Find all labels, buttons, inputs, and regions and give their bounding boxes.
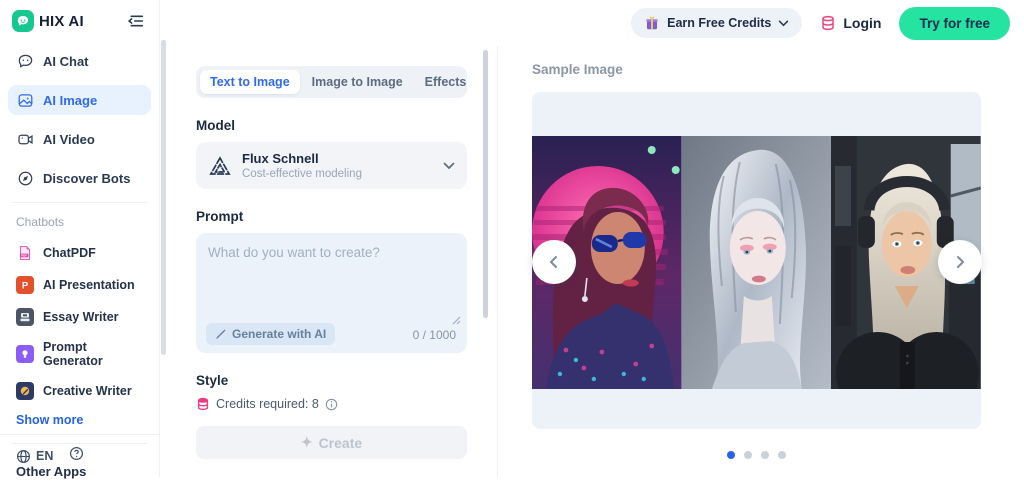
chevron-left-icon	[547, 255, 561, 269]
carousel-dot[interactable]	[761, 451, 769, 459]
tab-effects[interactable]: Effects	[415, 70, 477, 94]
resize-handle[interactable]	[452, 316, 461, 325]
hix-logo-icon	[12, 10, 34, 32]
top-header: Earn Free Credits Login Try for free	[168, 0, 1024, 46]
sample-image-chrome-portrait	[682, 136, 832, 389]
generate-with-ai-button[interactable]: Generate with AI	[206, 323, 335, 345]
sidebar-item-label: AI Video	[43, 132, 95, 147]
sample-carousel	[532, 92, 981, 429]
sidebar-item-creative-writer[interactable]: Creative Writer	[0, 375, 159, 407]
credits-icon	[196, 397, 210, 411]
character-counter: 0 / 1000	[413, 328, 456, 342]
model-selector[interactable]: Flux Schnell Cost-effective modeling	[196, 142, 467, 189]
sidebar-item-ai-presentation[interactable]: P AI Presentation	[0, 269, 159, 301]
sample-panel: Sample Image	[532, 62, 981, 459]
globe-icon	[16, 449, 31, 464]
chat-icon	[17, 53, 34, 70]
prompt-heading: Prompt	[196, 209, 467, 224]
credits-required-row: Credits required: 8	[196, 397, 467, 411]
earn-free-credits-button[interactable]: Earn Free Credits	[631, 8, 802, 38]
sidebar-item-label: AI Presentation	[43, 278, 135, 292]
flux-model-icon	[208, 155, 232, 177]
model-name: Flux Schnell	[242, 151, 433, 166]
show-more-link[interactable]: Show more	[0, 407, 159, 437]
lightbulb-icon	[16, 345, 34, 363]
try-for-free-button[interactable]: Try for free	[899, 7, 1010, 40]
panel-divider	[497, 46, 498, 477]
generator-panel: Text to Image Image to Image Effects Mod…	[196, 66, 467, 459]
pencil-icon	[16, 382, 34, 400]
sidebar-item-label: ChatPDF	[43, 246, 96, 260]
sidebar-item-label: AI Chat	[43, 54, 89, 69]
language-selector[interactable]: EN	[16, 449, 53, 464]
gift-icon	[644, 15, 660, 31]
carousel-dot[interactable]	[744, 451, 752, 459]
sidebar-item-essay-writer[interactable]: Essay Writer	[0, 301, 159, 333]
style-heading: Style	[196, 373, 467, 388]
carousel-pagination	[532, 451, 981, 459]
sidebar-item-label: AI Image	[43, 93, 97, 108]
coins-icon	[820, 15, 836, 31]
sidebar: HIX AI AI Chat AI Image AI Video Discove…	[0, 0, 160, 477]
info-icon[interactable]	[325, 398, 338, 411]
sidebar-item-chatpdf[interactable]: PDF ChatPDF	[0, 237, 159, 269]
chevron-right-icon	[953, 255, 967, 269]
tab-image-to-image[interactable]: Image to Image	[302, 70, 413, 94]
help-icon[interactable]	[69, 446, 84, 466]
chevron-down-icon	[778, 20, 789, 27]
tab-text-to-image[interactable]: Text to Image	[200, 70, 300, 94]
sidebar-scrollbar[interactable]	[161, 40, 166, 355]
image-icon	[17, 92, 34, 109]
sidebar-item-discover-bots[interactable]: Discover Bots	[8, 163, 151, 193]
sidebar-item-label: Essay Writer	[43, 310, 119, 324]
sample-image-heading: Sample Image	[532, 62, 981, 77]
carousel-dot[interactable]	[727, 451, 735, 459]
create-label: Create	[319, 435, 363, 451]
compass-icon	[17, 170, 34, 187]
prompt-input[interactable]	[196, 233, 467, 319]
generate-label: Generate with AI	[232, 327, 326, 341]
form-scrollbar[interactable]	[483, 50, 488, 318]
carousel-dot[interactable]	[778, 451, 786, 459]
svg-text:PDF: PDF	[21, 254, 27, 258]
credits-label: Credits required: 8	[216, 397, 319, 411]
chevron-down-icon	[443, 162, 455, 170]
model-heading: Model	[196, 118, 467, 133]
earn-credits-label: Earn Free Credits	[667, 16, 771, 30]
sidebar-item-label: Creative Writer	[43, 384, 132, 398]
sidebar-item-label: Prompt Generator	[43, 340, 143, 368]
carousel-prev-button[interactable]	[532, 240, 576, 284]
video-icon	[17, 131, 34, 148]
generator-tabs: Text to Image Image to Image Effects	[196, 66, 467, 98]
brand-logo[interactable]: HIX AI	[12, 10, 84, 32]
prompt-box: Generate with AI 0 / 1000	[196, 233, 467, 353]
magic-wand-icon	[215, 328, 227, 340]
chatbots-heading: Chatbots	[0, 213, 159, 237]
collapse-sidebar-icon[interactable]	[125, 11, 145, 31]
primary-nav: AI Chat AI Image AI Video Discover Bots	[0, 40, 159, 193]
sidebar-item-ai-video[interactable]: AI Video	[8, 124, 151, 154]
model-description: Cost-effective modeling	[242, 168, 433, 180]
sidebar-item-ai-chat[interactable]: AI Chat	[8, 46, 151, 76]
sidebar-footer: EN	[0, 434, 159, 477]
presentation-icon: P	[16, 276, 34, 294]
carousel-next-button[interactable]	[938, 240, 982, 284]
divider	[12, 202, 147, 203]
sidebar-item-label: Discover Bots	[43, 171, 130, 186]
carousel-slides	[532, 136, 981, 389]
create-button[interactable]: ✦ Create	[196, 426, 467, 459]
svg-text:P: P	[22, 281, 29, 291]
login-button[interactable]: Login	[820, 15, 881, 31]
pdf-file-icon: PDF	[16, 244, 34, 262]
typewriter-icon	[16, 308, 34, 326]
sidebar-item-prompt-generator[interactable]: Prompt Generator	[0, 333, 159, 375]
login-label: Login	[843, 15, 881, 31]
sparkle-icon: ✦	[301, 434, 313, 451]
sidebar-item-ai-image[interactable]: AI Image	[8, 85, 151, 115]
language-label: EN	[36, 449, 53, 463]
brand-name: HIX AI	[39, 13, 84, 30]
